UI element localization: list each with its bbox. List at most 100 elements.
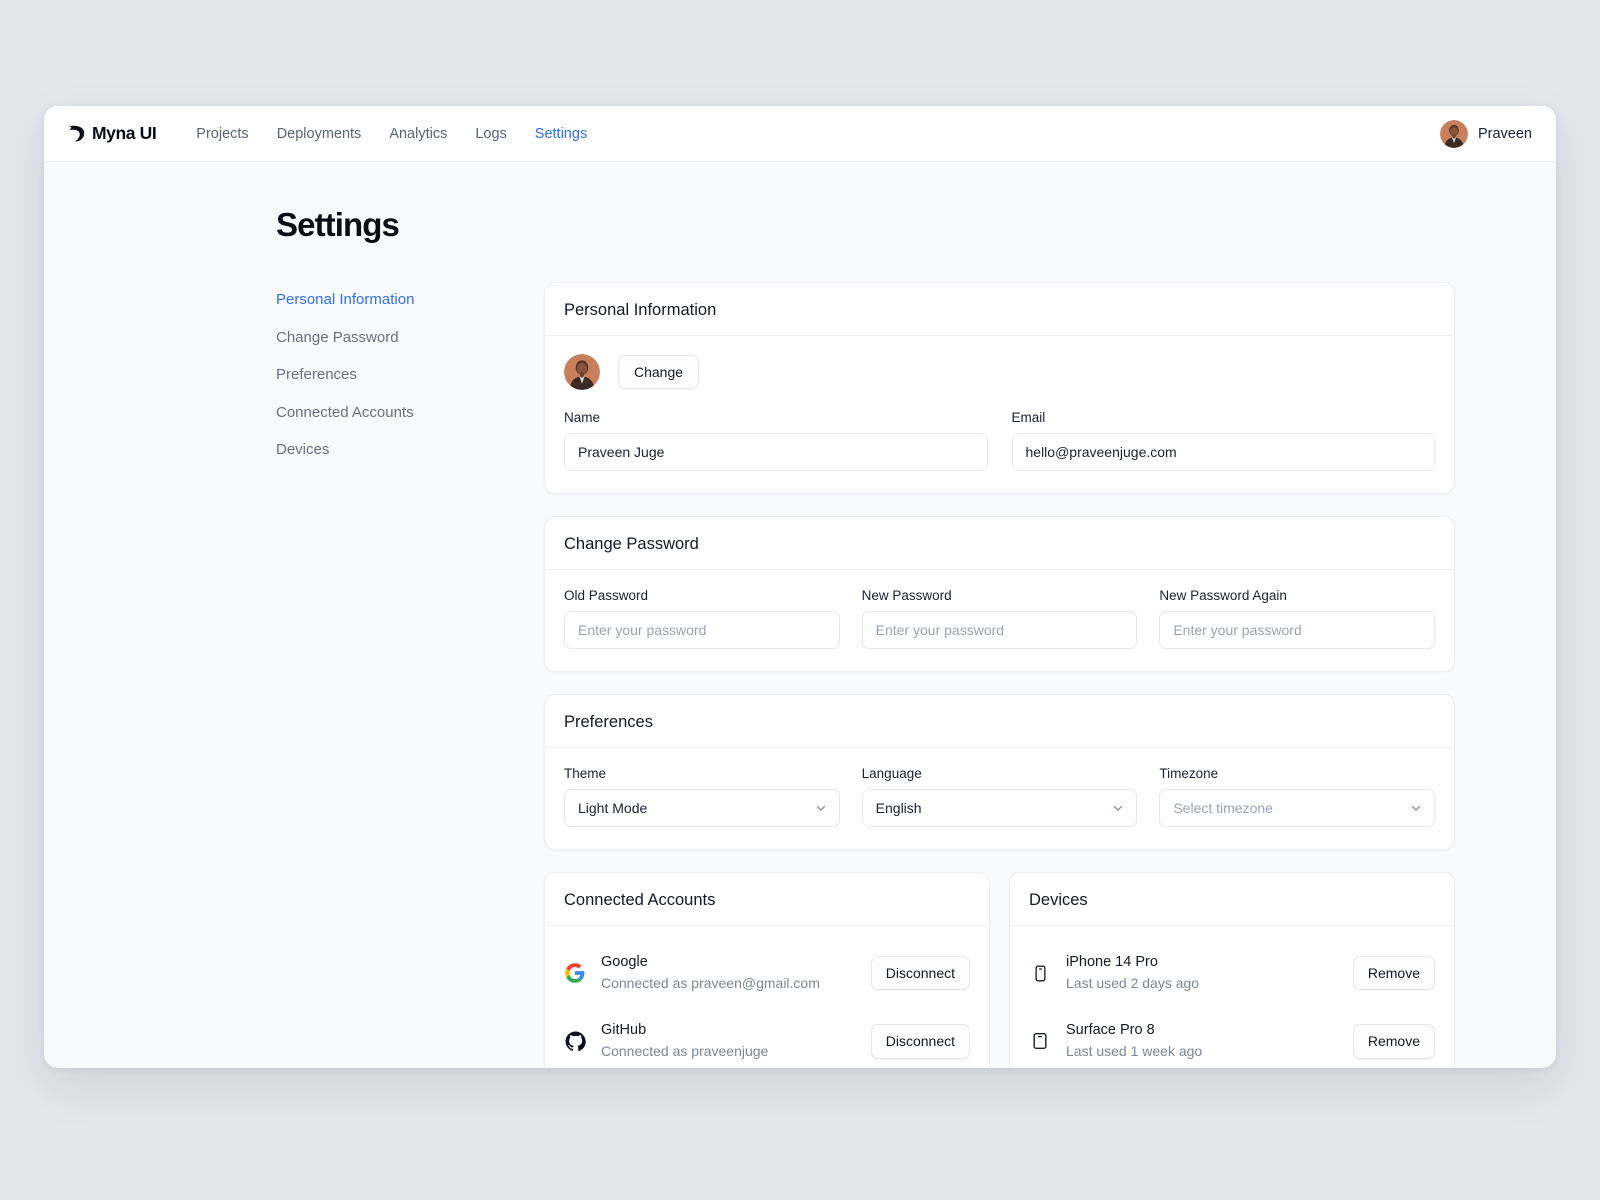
remove-surface-button[interactable]: Remove (1353, 1024, 1435, 1059)
change-password-title: Change Password (564, 535, 1435, 554)
primary-nav: Projects Deployments Analytics Logs Sett… (182, 120, 601, 148)
sidebar-item-devices[interactable]: Devices (276, 434, 544, 472)
devices-card: Devices (1009, 872, 1455, 1068)
timezone-label: Timezone (1159, 766, 1435, 781)
disconnect-github-button[interactable]: Disconnect (871, 1024, 970, 1059)
settings-panels: Personal Information (544, 282, 1455, 1068)
disconnect-google-button[interactable]: Disconnect (871, 956, 970, 991)
nav-item-projects[interactable]: Projects (182, 120, 262, 148)
content-area: Settings Personal Information Change Pas… (44, 162, 1556, 1068)
personal-fields-grid: Name Email (564, 410, 1435, 471)
name-input[interactable] (564, 433, 988, 471)
account-name: Google (601, 953, 856, 973)
timezone-group: Timezone Select timezone (1159, 766, 1435, 827)
new-password-input[interactable] (862, 611, 1138, 649)
account-text: Google Connected as praveen@gmail.com (601, 953, 856, 993)
device-name: Surface Pro 8 (1066, 1021, 1338, 1041)
preferences-title: Preferences (564, 713, 1435, 732)
new-password-group: New Password (862, 588, 1138, 649)
name-field-group: Name (564, 410, 988, 471)
settings-columns: Personal Information Change Password Pre… (276, 282, 1455, 1068)
change-avatar-button[interactable]: Change (618, 355, 699, 390)
tablet-icon-wrap (1029, 1031, 1051, 1051)
list-item: GitHub Connected as praveenjuge Disconne… (564, 1012, 970, 1068)
old-password-input[interactable] (564, 611, 840, 649)
sidebar-item-preferences[interactable]: Preferences (276, 359, 544, 397)
devices-header: Devices (1010, 873, 1454, 926)
device-text: iPhone 14 Pro Last used 2 days ago (1066, 953, 1338, 993)
settings-sidebar: Personal Information Change Password Pre… (276, 282, 544, 472)
theme-select-wrap: Light Mode (564, 789, 840, 827)
language-label: Language (862, 766, 1138, 781)
google-icon-wrap (564, 963, 586, 983)
avatar-row: Change (564, 354, 1435, 390)
connected-accounts-body: Google Connected as praveen@gmail.com Di… (545, 926, 989, 1068)
account-detail: Connected as praveen@gmail.com (601, 974, 856, 994)
sidebar-item-change-password[interactable]: Change Password (276, 322, 544, 360)
confirm-password-label: New Password Again (1159, 588, 1435, 603)
list-item: Google Connected as praveen@gmail.com Di… (564, 944, 970, 1002)
preferences-header: Preferences (545, 695, 1454, 748)
sidebar-item-connected-accounts[interactable]: Connected Accounts (276, 397, 544, 435)
user-avatar-icon (1440, 120, 1468, 148)
confirm-password-input[interactable] (1159, 611, 1435, 649)
change-password-card: Change Password Old Password New Pa (544, 516, 1455, 672)
account-text: GitHub Connected as praveenjuge (601, 1021, 856, 1061)
tablet-icon (1030, 1031, 1050, 1051)
device-detail: Last used 2 days ago (1066, 974, 1338, 994)
top-navigation-bar: Myna UI Projects Deployments Analytics L… (44, 106, 1556, 162)
preferences-card: Preferences Theme Light Mode (544, 694, 1455, 850)
sidebar-item-personal-information[interactable]: Personal Information (276, 284, 544, 322)
phone-icon (1031, 964, 1050, 983)
preferences-grid: Theme Light Mode (564, 766, 1435, 827)
user-name: Praveen (1478, 126, 1532, 142)
account-detail: Connected as praveenjuge (601, 1042, 856, 1062)
phone-icon-wrap (1029, 964, 1051, 983)
myna-logo-mark-icon (66, 123, 87, 144)
language-select[interactable]: English (862, 789, 1138, 827)
connected-accounts-card: Connected Accounts (544, 872, 990, 1068)
language-select-wrap: English (862, 789, 1138, 827)
page-backdrop: Myna UI Projects Deployments Analytics L… (0, 0, 1600, 1200)
nav-item-deployments[interactable]: Deployments (263, 120, 376, 148)
page-title: Settings (276, 206, 1455, 244)
nav-item-analytics[interactable]: Analytics (375, 120, 461, 148)
app-window: Myna UI Projects Deployments Analytics L… (44, 106, 1556, 1068)
old-password-group: Old Password (564, 588, 840, 649)
github-icon-wrap (564, 1031, 586, 1052)
device-name: iPhone 14 Pro (1066, 953, 1338, 973)
list-item: Surface Pro 8 Last used 1 week ago Remov… (1029, 1012, 1435, 1068)
name-label: Name (564, 410, 988, 425)
content-inner: Settings Personal Information Change Pas… (145, 206, 1455, 1068)
devices-body: iPhone 14 Pro Last used 2 days ago Remov… (1010, 926, 1454, 1068)
bottom-cards-row: Connected Accounts (544, 872, 1455, 1068)
password-fields-grid: Old Password New Password New Password A… (564, 588, 1435, 649)
email-field-group: Email (1012, 410, 1436, 471)
theme-select[interactable]: Light Mode (564, 789, 840, 827)
email-label: Email (1012, 410, 1436, 425)
remove-iphone-button[interactable]: Remove (1353, 956, 1435, 991)
device-detail: Last used 1 week ago (1066, 1042, 1338, 1062)
nav-item-logs[interactable]: Logs (461, 120, 520, 148)
new-password-label: New Password (862, 588, 1138, 603)
github-icon (565, 1031, 586, 1052)
email-input[interactable] (1012, 433, 1436, 471)
timezone-select-wrap: Select timezone (1159, 789, 1435, 827)
account-name: GitHub (601, 1021, 856, 1041)
user-menu[interactable]: Praveen (1440, 120, 1532, 148)
brand-name: Myna UI (92, 123, 156, 144)
brand-logo[interactable]: Myna UI (66, 123, 156, 144)
connected-accounts-title: Connected Accounts (564, 891, 970, 910)
personal-information-title: Personal Information (564, 301, 1435, 320)
timezone-select[interactable]: Select timezone (1159, 789, 1435, 827)
personal-information-body: Change Name Email (545, 336, 1454, 493)
list-item: iPhone 14 Pro Last used 2 days ago Remov… (1029, 944, 1435, 1002)
personal-information-header: Personal Information (545, 283, 1454, 336)
nav-item-settings[interactable]: Settings (521, 120, 601, 148)
change-password-header: Change Password (545, 517, 1454, 570)
google-icon (565, 963, 585, 983)
preferences-body: Theme Light Mode (545, 748, 1454, 849)
change-password-body: Old Password New Password New Password A… (545, 570, 1454, 671)
connected-accounts-header: Connected Accounts (545, 873, 989, 926)
theme-group: Theme Light Mode (564, 766, 840, 827)
